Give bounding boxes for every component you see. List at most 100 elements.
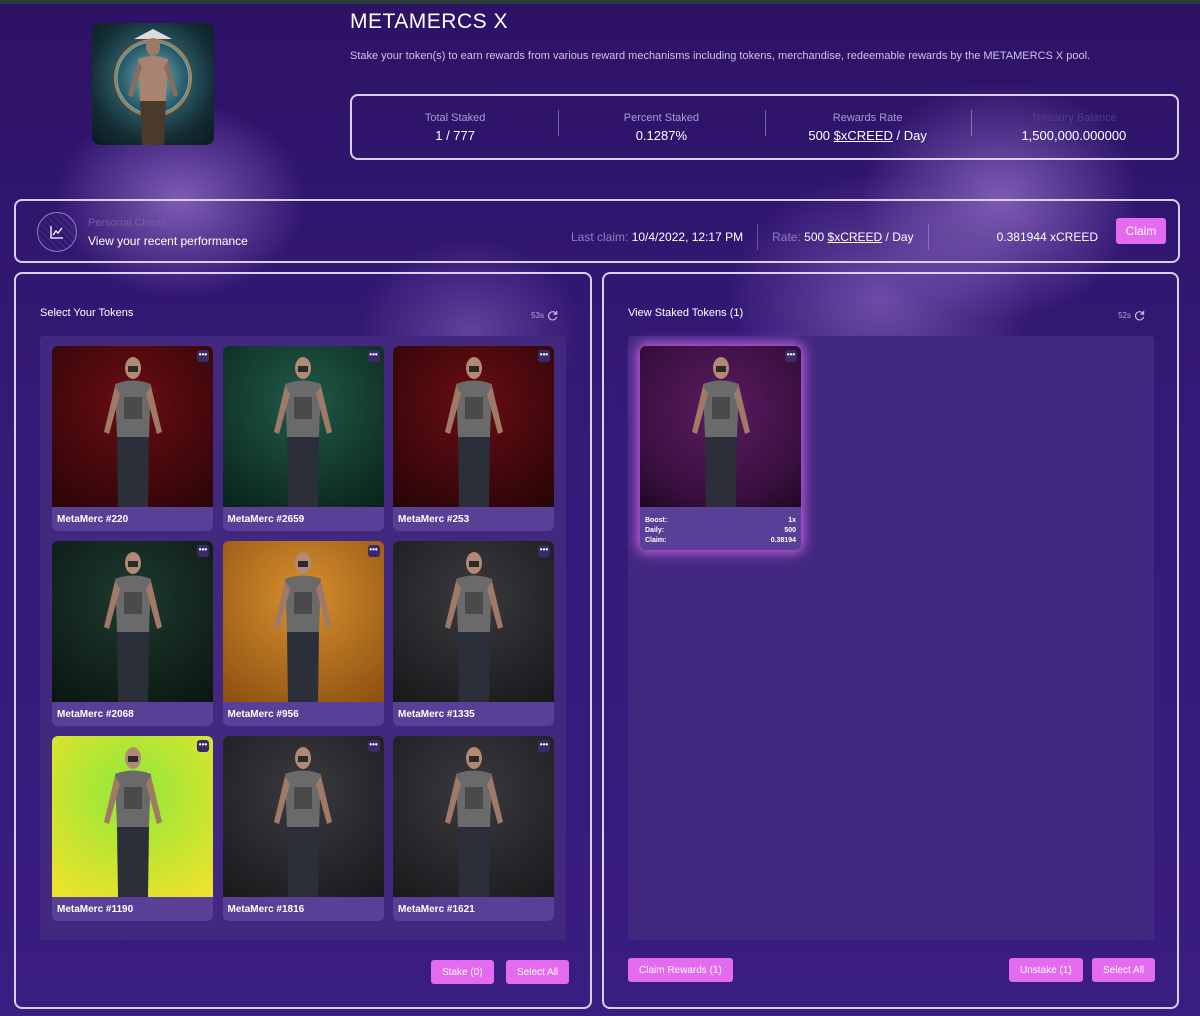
token-image [393,346,554,507]
stat-percent-staked: Percent Staked 0.1287% [558,109,764,143]
more-options-icon[interactable]: ••• [367,545,380,557]
token-name: MetaMerc #1190 [57,904,134,915]
pool-avatar [92,23,214,145]
select-all-button[interactable]: Select All [1092,958,1156,982]
daily-label: Daily: [645,527,665,534]
stake-button[interactable]: Stake (0) [431,960,494,984]
stat-value: 1 / 777 [435,127,475,143]
token-card[interactable]: ••• MetaMerc #1190 [52,736,213,921]
token-image [52,736,213,897]
token-card[interactable]: ••• MetaMerc #2068 [52,541,213,726]
refresh-timer[interactable]: 53s [531,310,558,321]
rate: Rate: 500 $xCREED / Day [758,230,927,244]
token-link[interactable]: $xCREED [828,230,883,244]
token-name: MetaMerc #1621 [398,904,475,915]
token-image [393,541,554,702]
refresh-countdown: 53s [531,311,544,320]
panel-title: Select Your Tokens [40,307,134,319]
more-options-icon[interactable]: ••• [197,740,209,752]
token-image [222,346,384,507]
token-image [393,736,554,897]
stat-treasury: Treasury Balance 1,500,000.000000 [970,109,1177,143]
token-card[interactable]: ••• MetaMerc #1816 [222,736,384,921]
token-image [222,541,384,702]
claim-row: Claim: 0.38194 [645,537,796,544]
select-all-button[interactable]: Select All [506,960,570,984]
pool-description: Stake your token(s) to earn rewards from… [350,50,1091,62]
character-figure [103,552,162,702]
character-figure [103,357,162,507]
daily-value: 500 [784,527,796,534]
stat-label: Total Staked [424,111,486,124]
unstake-button[interactable]: Unstake (1) [1009,958,1083,982]
boost-row: Boost: 1x [645,517,796,524]
token-card[interactable]: ••• MetaMerc #2659 [222,346,384,531]
rate-unit: / Day [896,127,927,143]
staked-token-card[interactable]: ••• Boost: 1x Daily: 500 Claim: 0.38194 [640,346,801,550]
stat-label: Treasury Balance [1030,111,1117,124]
staked-tokens-panel: View Staked Tokens (1) 52s ••• Boost: 1x… [602,272,1179,1009]
stat-rewards-rate: Rewards Rate 500 $xCREED / Day [764,109,971,143]
earnings-value: 0.381944 xCREED [996,230,1098,244]
personal-charts-bar: Personal Charts View your recent perform… [14,199,1180,263]
token-name: MetaMerc #253 [398,514,470,525]
token-card[interactable]: ••• MetaMerc #253 [393,346,554,531]
character-figure [274,552,332,702]
token-name: MetaMerc #2659 [227,514,305,525]
more-options-icon[interactable]: ••• [785,350,797,362]
claim-rewards-button[interactable]: Claim Rewards (1) [628,958,733,982]
personal-charts-subtitle: View your recent performance [88,234,248,248]
refresh-countdown: 52s [1118,311,1131,320]
character-figure [691,357,750,507]
token-card[interactable]: ••• MetaMerc #220 [52,346,213,531]
claim-label: Claim: [645,537,667,544]
character-figure [444,552,503,702]
claim-value: 0.38194 [770,537,796,544]
token-name: MetaMerc #1335 [398,709,475,720]
token-image [222,736,384,897]
token-card[interactable]: ••• MetaMerc #956 [222,541,384,726]
token-card[interactable]: ••• MetaMerc #1335 [393,541,554,726]
rate-label: Rate: [772,230,801,244]
token-name: MetaMerc #220 [57,514,129,525]
refresh-timer[interactable]: 52s [1118,310,1145,321]
more-options-icon[interactable]: ••• [538,740,550,752]
line-chart-icon[interactable] [37,212,77,252]
pool-title: METAMERCS X [350,10,508,33]
claim-info: Last claim: 10/4/2022, 12:17 PM Rate: 50… [557,224,1112,250]
stat-value: 0.1287% [635,127,688,143]
claim-button[interactable]: Claim [1116,218,1166,244]
panel-title: View Staked Tokens (1) [628,307,744,319]
more-options-icon[interactable]: ••• [367,740,380,752]
refresh-icon[interactable] [1134,310,1145,321]
character-figure [274,747,332,897]
character-figure [444,747,503,897]
stat-total-staked: Total Staked 1 / 777 [352,112,558,143]
more-options-icon[interactable]: ••• [197,545,209,557]
last-claim-value: 10/4/2022, 12:17 PM [631,230,744,244]
token-image [52,346,213,507]
token-link[interactable]: $xCREED [834,128,893,143]
select-tokens-panel: Select Your Tokens 53s ••• MetaMerc #220 •… [14,272,592,1009]
token-grid: ••• MetaMerc #220 ••• MetaMerc #2659 ••• Meta… [40,336,566,940]
more-options-icon[interactable]: ••• [538,350,550,362]
stat-label: Percent Staked [623,111,699,124]
more-options-icon[interactable]: ••• [367,350,380,362]
rate-amount: 500 [808,127,831,143]
daily-row: Daily: 500 [645,527,796,534]
earnings-label: Earnings: [942,230,994,244]
more-options-icon[interactable]: ••• [197,350,209,362]
boost-label: Boost: [645,517,668,524]
token-name: MetaMerc #956 [227,709,299,720]
character-figure [274,357,332,507]
rate-amount: 500 [804,230,825,244]
more-options-icon[interactable]: ••• [538,545,550,557]
staked-grid: ••• Boost: 1x Daily: 500 Claim: 0.38194 [628,336,1154,940]
top-border [0,0,1200,4]
refresh-icon[interactable] [547,310,558,321]
rate-unit: / Day [885,230,914,244]
token-image [640,346,801,507]
last-claim-label: Last claim: [570,230,629,244]
token-card[interactable]: ••• MetaMerc #1621 [393,736,554,921]
personal-charts-label: Personal Charts [88,217,167,229]
